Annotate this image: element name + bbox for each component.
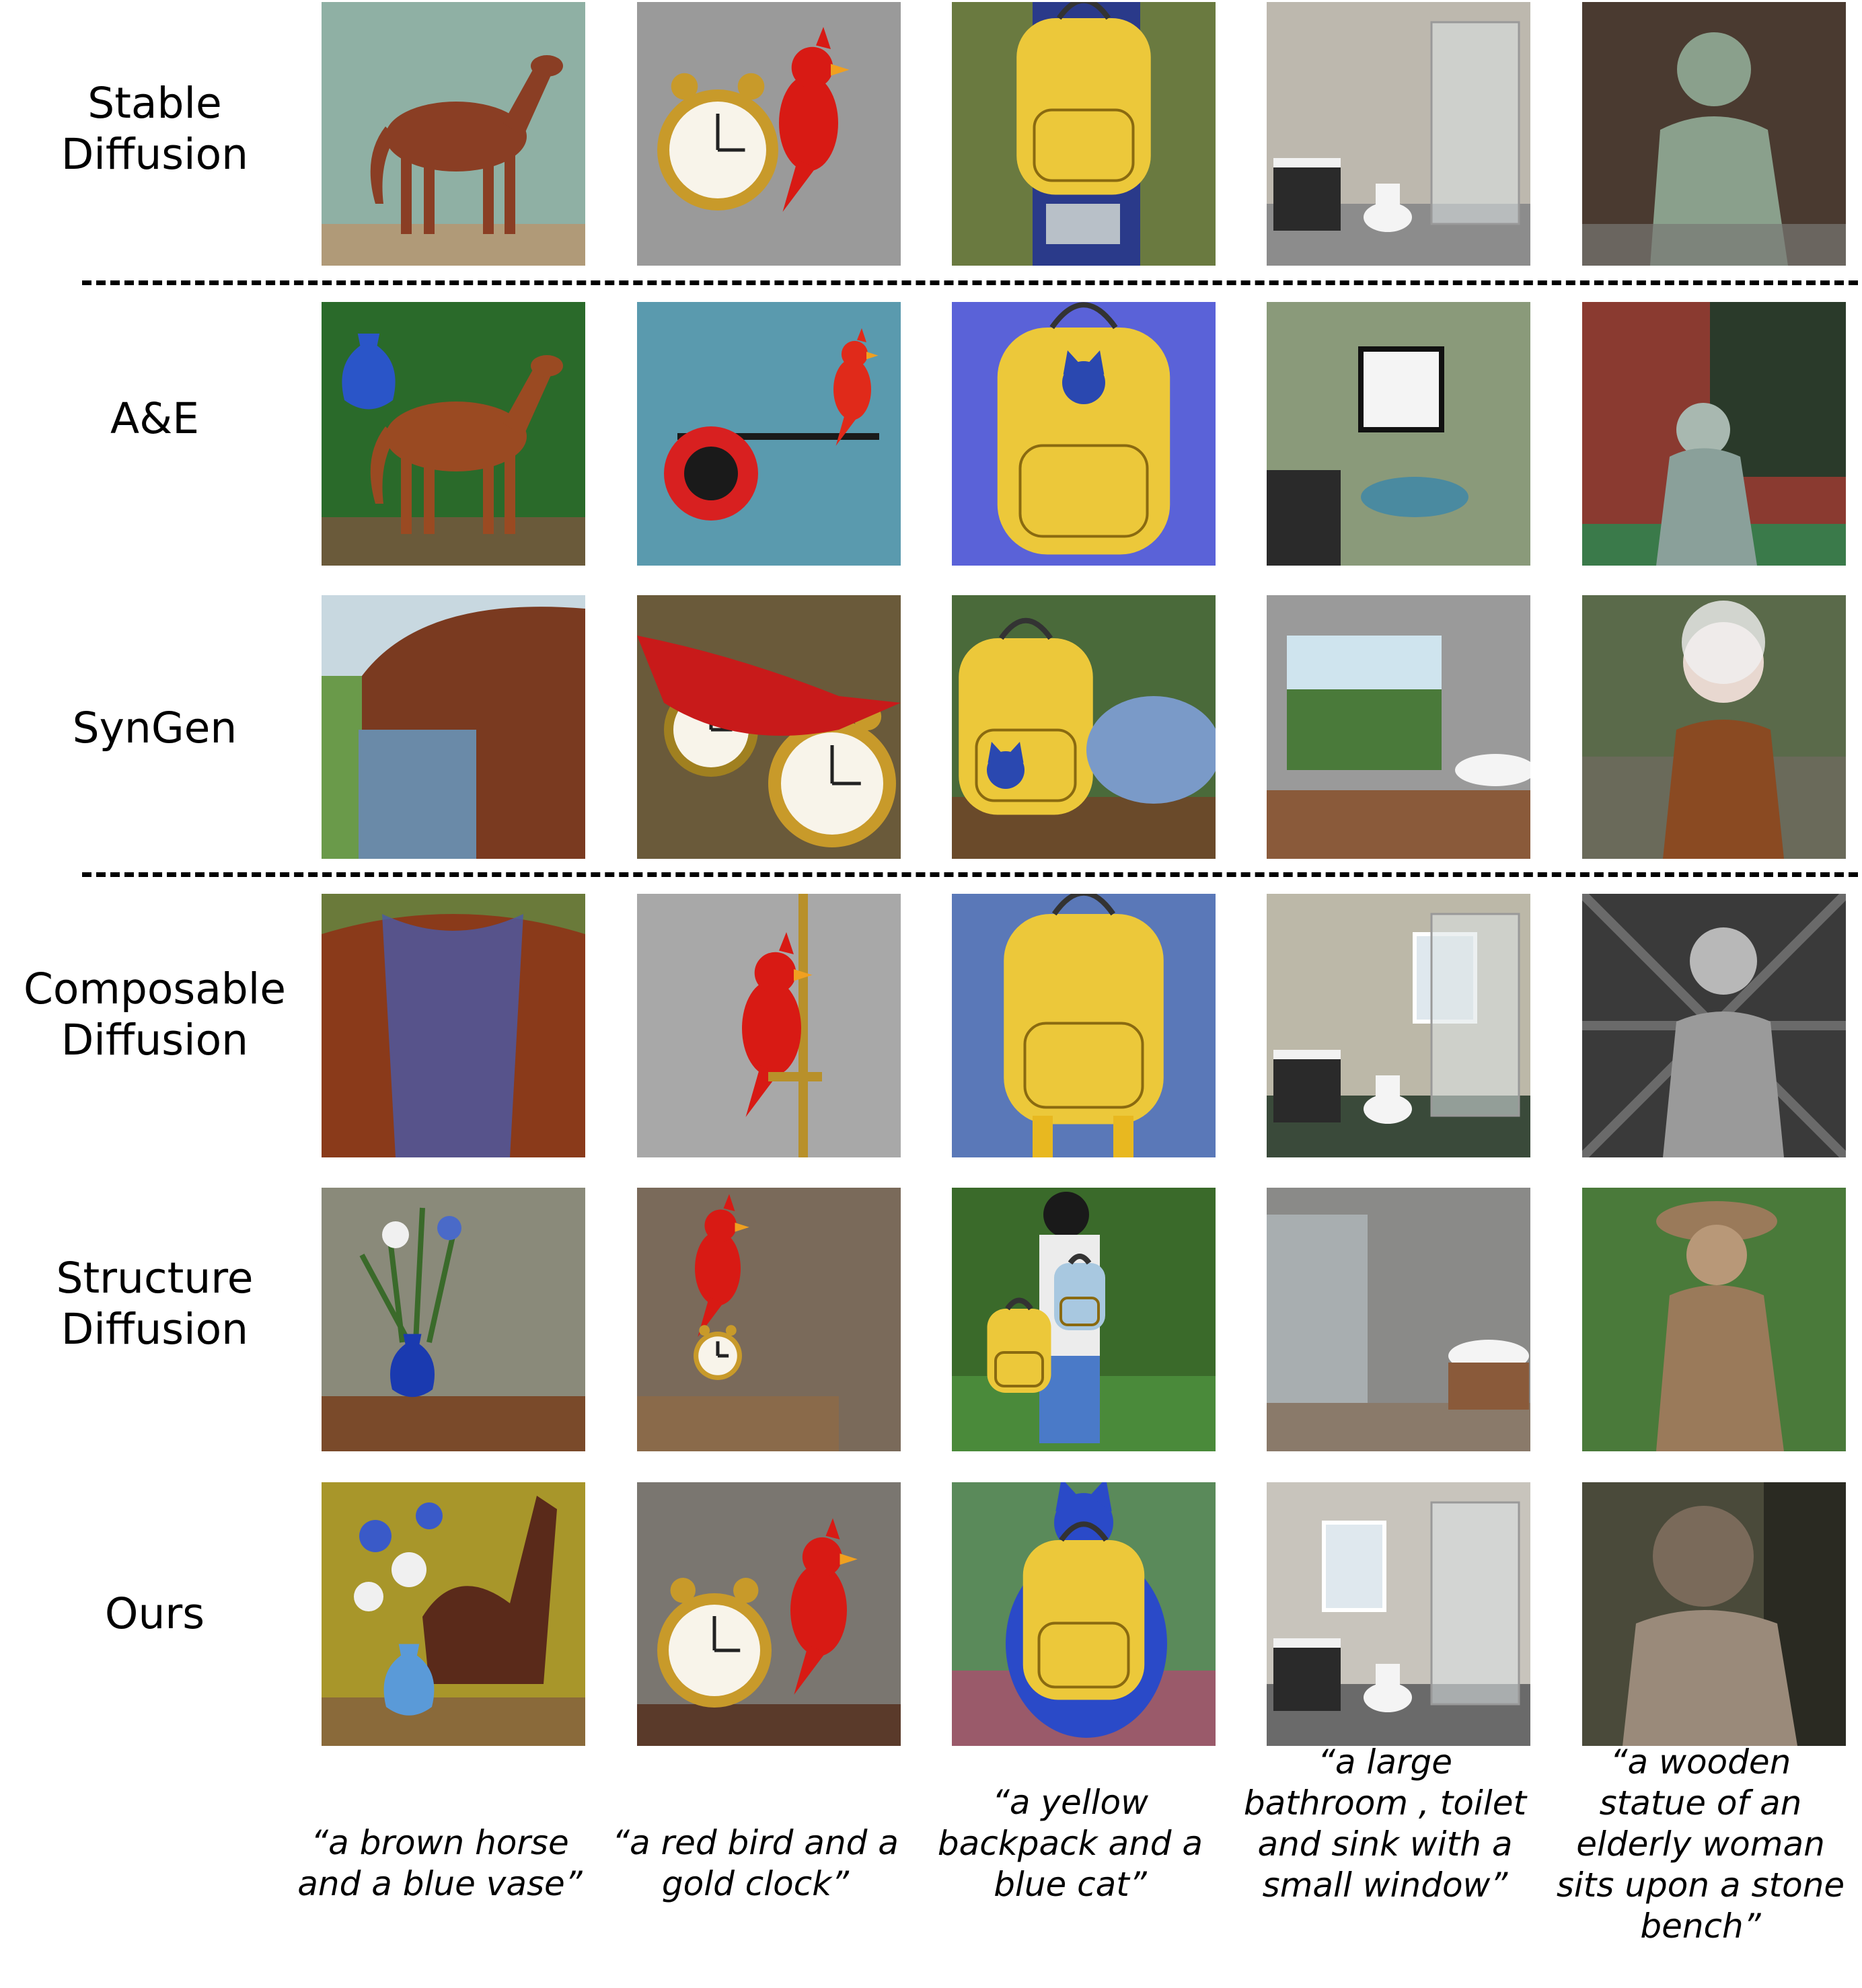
method-label-composable-diffusion: Composable Diffusion [23, 964, 287, 1065]
dashed-separator [82, 872, 1858, 877]
generated-image-composable-diffusion-horse-vase [322, 894, 585, 1157]
generated-image-syngen-bathroom [1267, 595, 1530, 859]
generated-image-syngen-backpack-cat [952, 595, 1216, 859]
generated-image-structure-diffusion-backpack-cat [952, 1188, 1216, 1451]
generated-image-structure-diffusion-statue [1582, 1188, 1846, 1451]
generated-image-syngen-statue [1582, 595, 1846, 859]
generated-image-ours-bathroom [1267, 1482, 1530, 1746]
generated-image-stable-diffusion-bathroom [1267, 2, 1530, 266]
generated-image-structure-diffusion-bird-clock [637, 1188, 901, 1451]
comparison-figure: Stable Diffusion A&E SynGen Composable D… [0, 0, 1862, 1988]
generated-image-stable-diffusion-bird-clock [637, 2, 901, 266]
generated-image-a-and-e-horse-vase [322, 302, 585, 566]
prompt-caption-backpack-cat: “a yellow backpack and a blue cat” [937, 1783, 1203, 1904]
method-label-a-and-e: A&E [110, 394, 200, 443]
generated-image-a-and-e-bathroom [1267, 302, 1530, 566]
method-label-ours: Ours [104, 1589, 205, 1638]
generated-image-composable-diffusion-bird-clock [637, 894, 901, 1157]
generated-image-stable-diffusion-horse-vase [322, 2, 585, 266]
prompt-caption-horse-vase: “a brown horse and a blue vase” [297, 1823, 583, 1903]
generated-image-ours-bird-clock [637, 1482, 901, 1746]
generated-image-ours-backpack-cat [952, 1482, 1216, 1746]
generated-image-syngen-horse-vase [322, 595, 585, 859]
method-label-structure-diffusion: Structure Diffusion [56, 1254, 254, 1354]
prompt-caption-bird-clock: “a red bird and a gold clock” [612, 1823, 899, 1903]
method-label-syngen: SynGen [72, 703, 237, 753]
generated-image-a-and-e-statue [1582, 302, 1846, 566]
generated-image-structure-diffusion-bathroom [1267, 1188, 1530, 1451]
method-label-stable-diffusion: Stable Diffusion [61, 79, 249, 179]
prompt-caption-statue: “a wooden statue of an elderly woman sit… [1556, 1743, 1845, 1946]
generated-image-a-and-e-backpack-cat [952, 302, 1216, 566]
generated-image-composable-diffusion-backpack-cat [952, 894, 1216, 1157]
generated-image-a-and-e-bird-clock [637, 302, 901, 566]
generated-image-structure-diffusion-horse-vase [322, 1188, 585, 1451]
generated-image-stable-diffusion-backpack-cat [952, 2, 1216, 266]
generated-image-syngen-bird-clock [637, 595, 901, 859]
generated-image-stable-diffusion-statue [1582, 2, 1846, 266]
prompt-caption-bathroom: “a large bathroom , toilet and sink with… [1243, 1743, 1527, 1905]
generated-image-composable-diffusion-statue [1582, 894, 1846, 1157]
dashed-separator [82, 280, 1858, 285]
generated-image-ours-statue [1582, 1482, 1846, 1746]
generated-image-composable-diffusion-bathroom [1267, 894, 1530, 1157]
generated-image-ours-horse-vase [322, 1482, 585, 1746]
